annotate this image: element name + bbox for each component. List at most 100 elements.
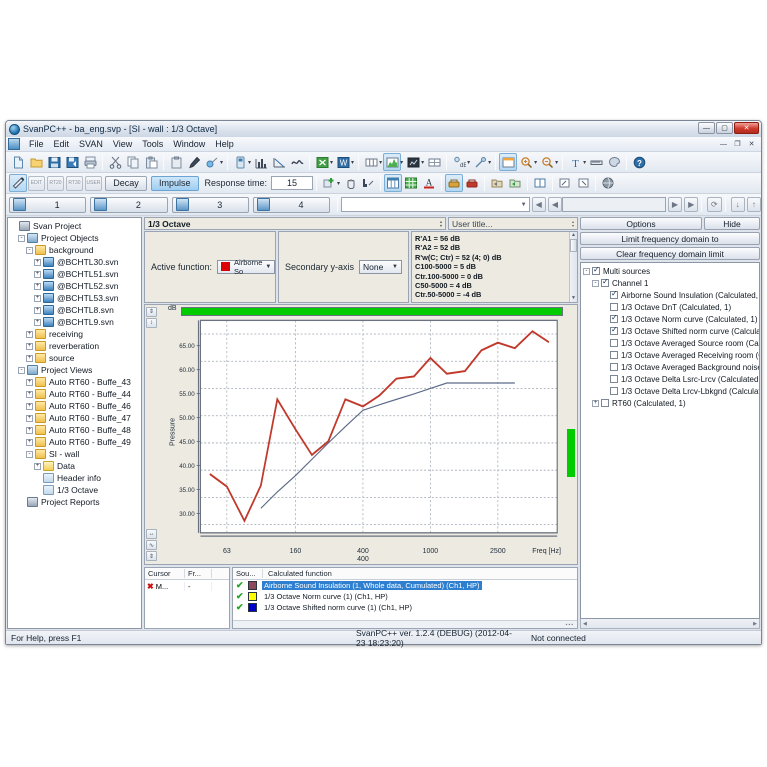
source-tree-item[interactable]: 1/3 Octave Delta Lsrc-Lrcv (Calculated, … <box>583 373 759 385</box>
user-title-field[interactable]: User title... ▴ ▾ <box>448 217 578 230</box>
scrollbar-thumb[interactable] <box>570 239 577 252</box>
tree-item[interactable]: - SI - wall <box>10 448 141 460</box>
nav-up-button[interactable]: ↑ <box>746 197 761 212</box>
resize-grip-icon[interactable] <box>733 631 761 644</box>
source-checkbox[interactable] <box>610 313 618 323</box>
tree-item[interactable]: + Auto RT60 - Buffe_43 <box>10 376 141 388</box>
freq-col-header[interactable]: Fr... <box>185 569 212 578</box>
calibrate-icon[interactable] <box>445 174 464 192</box>
source-tree-item[interactable]: 1/3 Octave Shifted norm curve (Calculate… <box>583 325 759 337</box>
series-color-swatch[interactable] <box>248 603 257 612</box>
print-icon[interactable] <box>81 153 99 171</box>
chevron-down-icon[interactable]: ▾ <box>467 159 470 166</box>
source-tree-item[interactable]: 1/3 Octave DnT (Calculated, 1) <box>583 301 759 313</box>
maximize-button[interactable]: ▢ <box>716 122 733 134</box>
edit-mode-button[interactable]: EDIT <box>28 175 45 191</box>
menu-item-svan[interactable]: SVAN <box>74 138 108 150</box>
chevron-down-icon[interactable]: ▼ <box>389 264 401 270</box>
source-checkbox[interactable] <box>592 265 600 275</box>
expand-icon[interactable]: + <box>26 342 33 350</box>
source-checkbox[interactable] <box>610 339 618 347</box>
measure-tool-icon[interactable] <box>471 153 489 171</box>
tree-item[interactable]: + Auto RT60 - Buffe_47 <box>10 412 141 424</box>
source-tree-item[interactable]: - Channel 1 <box>583 277 759 289</box>
expand-icon[interactable]: + <box>26 378 33 386</box>
rt20-button[interactable]: RT20 <box>47 175 64 191</box>
mdi-minimize-button[interactable]: — <box>717 139 730 150</box>
view-selector-combo[interactable]: ▼ <box>341 197 530 212</box>
palette-icon[interactable] <box>605 153 623 171</box>
chevron-down-icon[interactable]: ▾ <box>421 159 424 166</box>
text-tool-icon[interactable]: T <box>566 153 584 171</box>
rt30-button[interactable]: RT30 <box>66 175 83 191</box>
menu-item-edit[interactable]: Edit <box>49 138 75 150</box>
source-col-header[interactable]: Sou... <box>233 569 263 578</box>
open-folder-icon[interactable] <box>27 153 45 171</box>
spinner-icon[interactable]: ▴ ▾ <box>572 219 574 228</box>
menu-item-window[interactable]: Window <box>168 138 210 150</box>
channel-button-3[interactable]: 3 <box>171 196 249 213</box>
options-button[interactable]: Options <box>580 217 702 230</box>
table-view-icon[interactable] <box>425 153 443 171</box>
tree-item[interactable]: + @BCHTL51.svn <box>10 268 141 280</box>
chevron-down-icon[interactable]: ▾ <box>351 159 354 166</box>
scroll-right-icon[interactable]: ▶ <box>753 621 757 627</box>
tree-item[interactable]: - background <box>10 244 141 256</box>
source-tree-item[interactable]: 1/3 Octave Delta Lrcv-Lbkgnd (Calculated… <box>583 385 759 397</box>
split-view-icon[interactable] <box>531 174 549 192</box>
limit-frequency-button[interactable]: Limit frequency domain to <box>580 232 760 245</box>
source-checkbox[interactable] <box>601 399 609 407</box>
tree-item[interactable]: + Auto RT60 - Buffe_44 <box>10 388 141 400</box>
legend-hscrollbar[interactable]: ▪▪▪ <box>233 620 577 628</box>
nav-first-button[interactable]: ◀ <box>531 197 546 212</box>
connect-icon[interactable] <box>203 153 221 171</box>
tree-item[interactable]: Project Reports <box>10 496 141 508</box>
grid-layout-icon[interactable] <box>384 174 403 192</box>
source-checkbox[interactable] <box>610 325 618 335</box>
series-color-swatch[interactable] <box>248 581 257 590</box>
close-button[interactable]: ✕ <box>734 122 759 134</box>
channel-button-4[interactable]: 4 <box>252 196 331 213</box>
expand-icon[interactable]: + <box>34 258 41 266</box>
sources-hscrollbar[interactable]: ◀ ▶ <box>580 619 760 629</box>
collapse-icon[interactable]: - <box>592 279 599 287</box>
y-scale-fit-icon[interactable]: ↕ <box>146 317 157 328</box>
expand-icon[interactable]: + <box>34 306 41 314</box>
secondary-axis-dropdown[interactable]: None ▼ <box>359 259 402 274</box>
tree-item[interactable]: - Project Objects <box>10 232 141 244</box>
table-row[interactable]: ✖ M... - <box>145 580 229 592</box>
chevron-down-icon[interactable]: ▾ <box>330 159 333 166</box>
pan-hand-icon[interactable] <box>341 174 359 192</box>
source-tree-item[interactable]: 1/3 Octave Averaged Source room (Calcul <box>583 337 759 349</box>
expand-icon[interactable]: + <box>26 390 33 398</box>
project-tree[interactable]: Svan Project - Project Objects - background +… <box>8 218 141 508</box>
columns-view-icon[interactable] <box>362 153 380 171</box>
tree-item[interactable]: + Auto RT60 - Buffe_49 <box>10 436 141 448</box>
x-scale-fit-icon[interactable]: ↔ <box>146 529 157 539</box>
collapse-icon[interactable]: - <box>18 234 25 242</box>
scroll-down-icon[interactable]: ▼ <box>571 295 576 302</box>
tree-item[interactable]: + Auto RT60 - Buffe_46 <box>10 400 141 412</box>
collapse-icon[interactable]: - <box>26 246 33 254</box>
tree-item[interactable]: - Project Views <box>10 364 141 376</box>
nav-position-field[interactable] <box>562 197 666 212</box>
user-button[interactable]: USER <box>85 175 102 191</box>
source-tree-item[interactable]: Airborne Sound Insulation (Calculated, 1… <box>583 289 759 301</box>
series-color-swatch[interactable] <box>248 592 257 601</box>
tree-item[interactable]: + source <box>10 352 141 364</box>
paste-icon[interactable] <box>142 153 160 171</box>
source-tree-item[interactable]: 1/3 Octave Averaged Receiving room (Calc <box>583 349 759 361</box>
active-function-dropdown[interactable]: Airborne So ▼ <box>217 258 276 276</box>
decay-curve-icon[interactable] <box>270 153 288 171</box>
tree-item[interactable]: + reverberation <box>10 340 141 352</box>
impulse-button[interactable]: Impulse <box>151 175 199 191</box>
source-checkbox[interactable] <box>610 303 618 311</box>
zoom-out-icon[interactable] <box>538 153 556 171</box>
legend-row[interactable]: ✔ Airborne Sound Insulation (1, Whole dat… <box>233 580 577 591</box>
excel-export-icon[interactable] <box>313 153 331 171</box>
clipboard-icon[interactable] <box>167 153 185 171</box>
menu-item-file[interactable]: File <box>24 138 49 150</box>
function-col-header[interactable]: Calculated function <box>263 569 332 578</box>
chevron-down-icon[interactable]: ▾ <box>337 180 340 187</box>
expand-icon[interactable]: + <box>34 318 41 326</box>
